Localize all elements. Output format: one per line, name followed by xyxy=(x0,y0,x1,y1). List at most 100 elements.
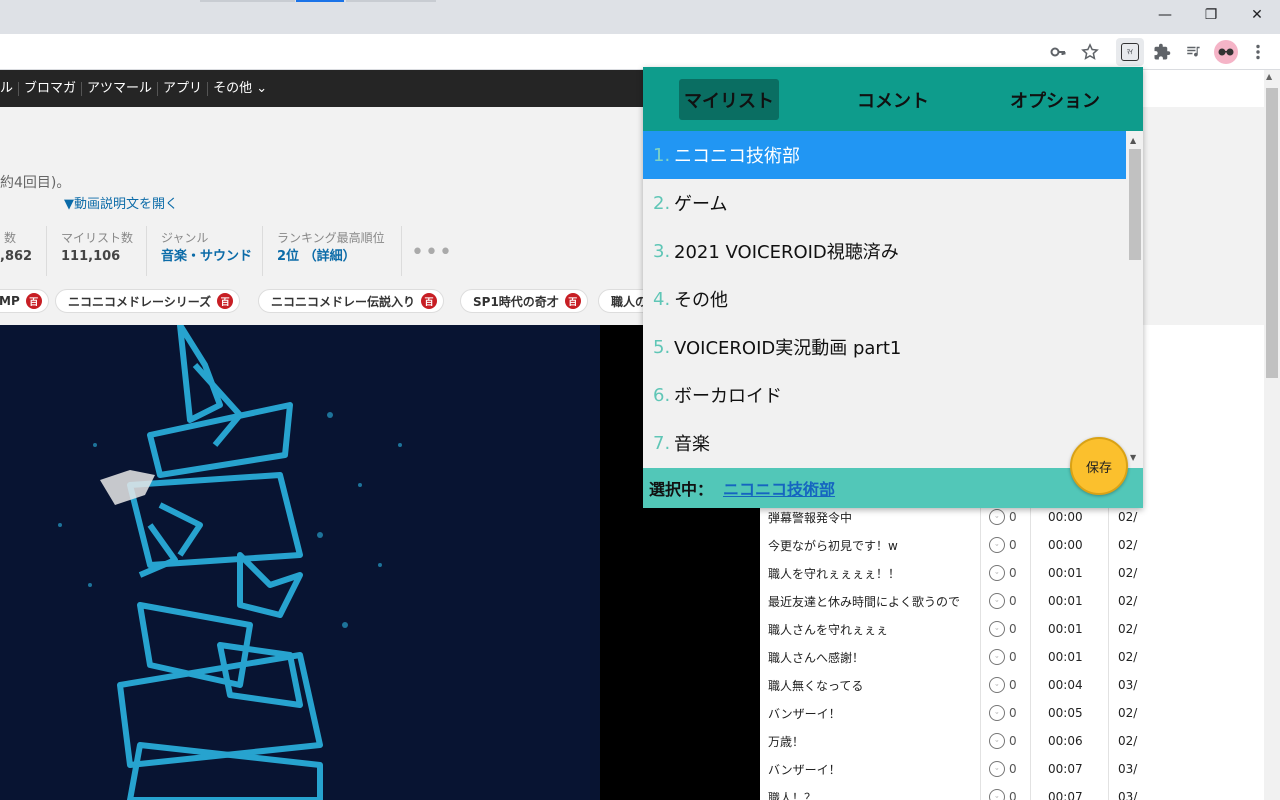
browser-titlebar: — ❐ ✕ xyxy=(0,0,1280,34)
save-button[interactable]: 保存 xyxy=(1070,437,1128,495)
chevron-down-icon: ⌄ xyxy=(256,80,268,96)
video-player[interactable] xyxy=(0,325,600,800)
ranking-link[interactable]: 2位 （詳細） xyxy=(277,246,385,268)
comment-row[interactable]: 今更ながら初見です！w ᵕ 0 00:00 02/ xyxy=(760,531,1140,559)
dictionary-icon[interactable]: 百 xyxy=(25,293,42,309)
comment-list[interactable]: 弾幕警報発令中 ᵕ 0 00:00 02/ 今更ながら初見です！w ᵕ 0 00:00 02/ … xyxy=(760,507,1140,800)
tag-chip[interactable]: MP 百 xyxy=(0,289,49,313)
comment-date: 02/ xyxy=(1118,594,1138,608)
smile-face-icon[interactable]: ᵕ xyxy=(989,565,1005,581)
smile-face-icon[interactable]: ᵕ xyxy=(989,537,1005,553)
comment-nicoru-count: 0 xyxy=(1009,678,1017,692)
close-window-button[interactable]: ✕ xyxy=(1234,0,1280,30)
comment-row[interactable]: 職人さんを守れぇぇぇ ᵕ 0 00:01 02/ xyxy=(760,615,1140,643)
video-frame-image xyxy=(58,325,402,800)
stat-divider xyxy=(146,226,147,276)
dictionary-icon[interactable]: 百 xyxy=(564,293,581,309)
queue-music-icon[interactable] xyxy=(1180,38,1208,66)
mylist-item-number: 5. xyxy=(653,336,671,358)
smile-face-icon[interactable]: ᵕ xyxy=(989,705,1005,721)
mylist-item[interactable]: 3. 2021 VOICEROID視聴済み xyxy=(643,227,1126,275)
smile-face-icon[interactable]: ᵕ xyxy=(989,761,1005,777)
comment-row[interactable]: バンザーイ！ ᵕ 0 00:05 02/ xyxy=(760,699,1140,727)
tag-chip[interactable]: SP1時代の奇才百 xyxy=(460,289,588,313)
comment-text: バンザーイ！ xyxy=(768,706,841,721)
comment-nicoru-count: 0 xyxy=(1009,762,1017,776)
comment-nicoru-count: 0 xyxy=(1009,566,1017,580)
restore-button[interactable]: ❐ xyxy=(1188,0,1234,30)
tag-chip[interactable]: ニコニコメドレーシリーズ百 xyxy=(55,289,241,313)
smile-face-icon[interactable]: ᵕ xyxy=(989,621,1005,637)
key-icon[interactable] xyxy=(1044,38,1072,66)
comment-row[interactable]: 職人無くなってる ᵕ 0 00:04 03/ xyxy=(760,671,1140,699)
puzzle-icon[interactable] xyxy=(1148,38,1176,66)
stat-value: ,862 xyxy=(0,249,33,264)
comment-row[interactable]: 弾幕警報発令中 ᵕ 0 00:00 02/ xyxy=(760,507,1140,531)
nav-item-atsumaru[interactable]: アツマール xyxy=(82,81,159,96)
mylist-item[interactable]: 7. 音楽 xyxy=(643,419,1126,467)
selected-mylist-link[interactable]: ニコニコ技術部 xyxy=(723,476,835,500)
mylist-item[interactable]: 4. その他 xyxy=(643,275,1126,323)
stat-ranking: ランキング最高順位 2位 （詳細） xyxy=(277,230,385,268)
genre-link[interactable]: 音楽・サウンド xyxy=(161,246,252,268)
mylist-item[interactable]: 2. ゲーム xyxy=(643,179,1126,227)
more-options-icon[interactable]: ••• xyxy=(411,240,453,265)
mylist-item[interactable]: 1. ニコニコ技術部 xyxy=(643,131,1126,179)
smile-face-icon[interactable]: ᵕ xyxy=(989,649,1005,665)
comment-text: 万歳！ xyxy=(768,734,805,749)
column-divider xyxy=(1030,507,1031,800)
comment-row[interactable]: 職人さんへ感謝！ ᵕ 0 00:01 02/ xyxy=(760,643,1140,671)
profile-avatar[interactable] xyxy=(1212,38,1240,66)
page-scrollbar-thumb[interactable] xyxy=(1266,88,1278,378)
nav-more-label: その他 xyxy=(213,80,253,96)
minimize-button[interactable]: — xyxy=(1142,0,1188,30)
scroll-down-arrow-icon[interactable]: ▼ xyxy=(1130,453,1136,462)
mylist-item-name: 音楽 xyxy=(674,434,710,455)
nav-item-blomaga[interactable]: ブロマガ xyxy=(19,81,83,96)
browser-toolbar: ﾏｲ xyxy=(0,34,1280,70)
comment-date: 02/ xyxy=(1118,566,1138,580)
mylist-extension-icon[interactable]: ﾏｲ xyxy=(1116,38,1144,66)
open-description-link[interactable]: ▼動画説明文を開く xyxy=(64,193,178,212)
stat-label: 数 xyxy=(4,231,17,245)
mylist-item[interactable]: 6. ボーカロイド xyxy=(643,371,1126,419)
comment-nicoru-count: 0 xyxy=(1009,790,1017,800)
comment-time: 00:01 xyxy=(1048,566,1083,580)
smile-face-icon[interactable]: ᵕ xyxy=(989,733,1005,749)
mylist-list[interactable]: 1. ニコニコ技術部 2. ゲーム 3. 2021 VOICEROID視聴済み 4. そ… xyxy=(643,131,1126,468)
comment-time: 00:01 xyxy=(1048,622,1083,636)
tab-mylist[interactable]: マイリスト xyxy=(679,79,779,120)
mylist-scrollbar-thumb[interactable] xyxy=(1129,149,1141,260)
comment-row[interactable]: バンザーイ！ ᵕ 0 00:07 03/ xyxy=(760,755,1140,783)
scroll-up-arrow-icon[interactable]: ▲ xyxy=(1130,136,1136,145)
dictionary-icon[interactable]: 百 xyxy=(217,293,234,309)
smile-face-icon[interactable]: ᵕ xyxy=(989,509,1005,525)
star-icon[interactable] xyxy=(1076,38,1104,66)
comment-date: 02/ xyxy=(1118,734,1138,748)
comment-nicoru-count: 0 xyxy=(1009,538,1017,552)
mylist-item-number: 3. xyxy=(653,240,671,262)
comment-date: 02/ xyxy=(1118,538,1138,552)
tag-chip[interactable]: ニコニコメドレー伝説入り百 xyxy=(258,289,445,313)
comment-nicoru-count: 0 xyxy=(1009,650,1017,664)
comment-row[interactable]: 職人を守れぇぇぇぇ！！ ᵕ 0 00:01 02/ xyxy=(760,559,1140,587)
tag-label: 職人の xyxy=(611,294,648,309)
nav-item-more[interactable]: その他 ⌄ xyxy=(208,80,272,96)
smile-face-icon[interactable]: ᵕ xyxy=(989,593,1005,609)
dictionary-icon[interactable]: 百 xyxy=(421,293,438,309)
scroll-up-arrow-icon[interactable]: ▲ xyxy=(1266,72,1272,81)
nav-item-app[interactable]: アプリ xyxy=(158,81,209,96)
comment-nicoru-count: 0 xyxy=(1009,622,1017,636)
comment-row[interactable]: 最近友達と休み時間によく歌うので ᵕ 0 00:01 02/ xyxy=(760,587,1140,615)
tab-comment[interactable]: コメント xyxy=(843,79,943,120)
mylist-item[interactable]: 5. VOICEROID実況動画 part1 xyxy=(643,323,1126,371)
comment-text: 職人を守れぇぇぇぇ！！ xyxy=(768,566,901,581)
more-vert-icon[interactable] xyxy=(1244,38,1272,66)
nav-item-channel[interactable]: ル xyxy=(0,81,20,96)
tab-options[interactable]: オプション xyxy=(1005,79,1105,120)
comment-row[interactable]: 万歳！ ᵕ 0 00:06 02/ xyxy=(760,727,1140,755)
smile-face-icon[interactable]: ᵕ xyxy=(989,677,1005,693)
comment-row[interactable]: 職人！？ ᵕ 0 00:07 03/ xyxy=(760,783,1140,800)
smile-face-icon[interactable]: ᵕ xyxy=(989,789,1005,800)
mylist-item-number: 1. xyxy=(653,144,671,166)
